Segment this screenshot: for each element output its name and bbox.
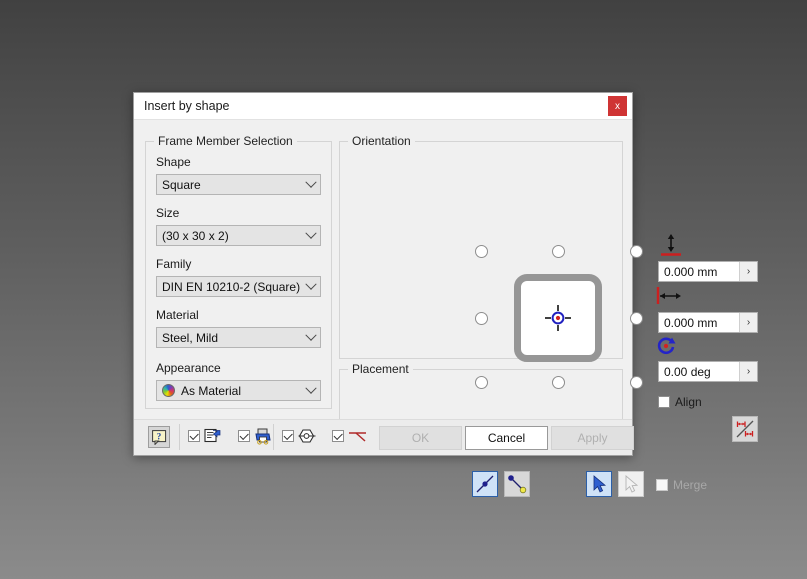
orientation-radio-top-left[interactable]	[475, 245, 488, 258]
align-checkbox[interactable]: Align	[658, 395, 702, 409]
placement-cursor-alt-button	[618, 471, 644, 497]
shape-combo[interactable]: Square	[156, 174, 321, 195]
placement-cursor-select-button[interactable]	[586, 471, 612, 497]
properties-dialog-icon[interactable]	[204, 427, 222, 445]
align-label: Align	[675, 395, 702, 409]
merge-checkbox-box	[656, 479, 668, 491]
placement-mode-midpoint-button[interactable]	[472, 471, 498, 497]
merge-checkbox: Merge	[656, 478, 707, 492]
appearance-combo-value: As Material	[181, 383, 242, 398]
midpoint-line-icon	[476, 475, 494, 493]
chevron-down-icon	[302, 329, 320, 342]
placement-mode-endpoint-button[interactable]	[504, 471, 530, 497]
family-combo[interactable]: DIN EN 10210-2 (Square) - T	[156, 276, 321, 297]
align-checkbox-box	[658, 396, 670, 408]
dialog-bottom-bar: ? OK Cancel Apply	[134, 419, 634, 455]
chevron-down-icon	[302, 176, 320, 189]
vertical-offset-expand-button[interactable]: ›	[739, 262, 757, 281]
family-label: Family	[156, 257, 192, 271]
horizontal-offset-input[interactable]: 0.000 mm ›	[658, 312, 758, 333]
tool-toggle-angle[interactable]	[332, 427, 368, 445]
orientation-radio-middle-right[interactable]	[630, 312, 643, 325]
horizontal-offset-value: 0.000 mm	[664, 315, 718, 330]
size-combo[interactable]: (30 x 30 x 2)	[156, 225, 321, 246]
material-combo-value: Steel, Mild	[162, 330, 219, 345]
merge-label: Merge	[673, 478, 708, 492]
tool-toggle-properties[interactable]	[188, 427, 222, 445]
shape-combo-value: Square	[162, 177, 201, 192]
ok-button: OK	[379, 426, 462, 450]
appearance-label: Appearance	[156, 361, 221, 375]
orientation-radio-top-center[interactable]	[552, 245, 565, 258]
material-combo[interactable]: Steel, Mild	[156, 327, 321, 348]
select-arrow-icon	[625, 475, 639, 493]
orientation-title: Orientation	[348, 134, 415, 148]
select-arrow-icon	[593, 475, 607, 493]
cancel-button[interactable]: Cancel	[465, 426, 548, 450]
help-icon: ?	[151, 429, 166, 445]
placement-title: Placement	[348, 362, 413, 376]
horizontal-offset-icon	[656, 287, 681, 304]
dimension-diagonal-button[interactable]	[732, 416, 758, 442]
chevron-down-icon	[302, 278, 320, 291]
tool-toggle-nut[interactable]	[282, 427, 316, 445]
help-button[interactable]: ?	[148, 426, 170, 448]
close-icon[interactable]: x	[608, 96, 627, 116]
color-sphere-icon	[162, 384, 175, 397]
dimension-diagonal-icon	[736, 420, 754, 438]
frame-member-selection-title: Frame Member Selection	[154, 134, 297, 148]
tool-toggle-nut-checkbox[interactable]	[282, 430, 294, 442]
orientation-radio-middle-left[interactable]	[475, 312, 488, 325]
insert-by-shape-dialog: Insert by shape x Frame Member Selection…	[133, 92, 758, 497]
shape-preview[interactable]	[514, 274, 602, 362]
chevron-down-icon	[302, 227, 320, 240]
orientation-radio-bottom-right[interactable]	[630, 376, 643, 389]
size-label: Size	[156, 206, 180, 220]
center-point-marker-icon	[545, 305, 571, 331]
dialog-titlebar: Insert by shape x	[134, 93, 632, 120]
horizontal-offset-expand-button[interactable]: ›	[739, 313, 757, 332]
nut-profile-icon[interactable]	[298, 427, 316, 445]
appearance-combo[interactable]: As Material	[156, 380, 321, 401]
family-combo-value: DIN EN 10210-2 (Square) - T	[162, 279, 302, 294]
vertical-offset-value: 0.000 mm	[664, 264, 718, 279]
material-label: Material	[156, 308, 199, 322]
svg-text:?: ?	[156, 431, 161, 441]
tool-toggle-angle-checkbox[interactable]	[332, 430, 344, 442]
chevron-down-icon	[302, 382, 320, 395]
rotation-expand-button[interactable]: ›	[739, 362, 757, 381]
tool-toggle-properties-checkbox[interactable]	[188, 430, 200, 442]
apply-button: Apply	[551, 426, 634, 450]
rotation-input[interactable]: 0.00 deg ›	[658, 361, 758, 382]
vertical-offset-input[interactable]: 0.000 mm ›	[658, 261, 758, 282]
size-combo-value: (30 x 30 x 2)	[162, 228, 229, 243]
tool-toggle-print-checkbox[interactable]	[238, 430, 250, 442]
dialog-title: Insert by shape	[144, 99, 230, 113]
placement-group: Placement	[339, 362, 623, 422]
shape-label: Shape	[156, 155, 191, 169]
rotation-value: 0.00 deg	[664, 364, 711, 379]
endpoint-line-icon	[508, 475, 527, 494]
angle-line-icon[interactable]	[348, 427, 368, 445]
vertical-offset-icon	[661, 234, 681, 256]
tool-toggle-print[interactable]	[238, 427, 272, 445]
orientation-radio-top-right[interactable]	[630, 245, 643, 258]
printer-icon[interactable]	[254, 427, 272, 445]
rotation-icon	[657, 337, 676, 355]
